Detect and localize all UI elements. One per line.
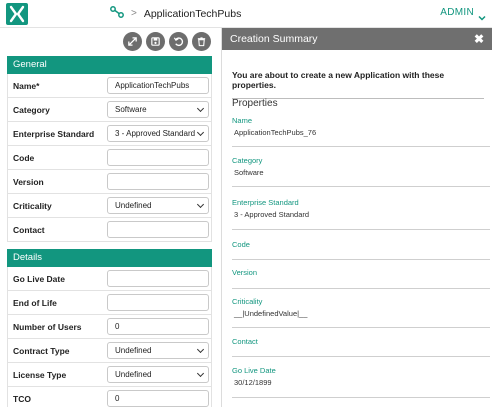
section-header-details: Details xyxy=(7,249,212,267)
field-row-enterprise-standard: Enterprise Standard 3 - Approved Standar… xyxy=(7,122,212,146)
section-header-general: General xyxy=(7,56,212,74)
tco-input[interactable]: 0 xyxy=(107,390,209,407)
summary-property-version: Version xyxy=(232,268,490,289)
license-type-select[interactable]: Undefined xyxy=(107,366,209,383)
end-of-life-input[interactable] xyxy=(107,294,209,311)
contact-input[interactable] xyxy=(107,221,209,238)
field-label: Version xyxy=(13,176,44,187)
action-toolbar xyxy=(123,32,211,51)
field-label: Criticality xyxy=(13,200,52,211)
app-logo-icon[interactable] xyxy=(6,3,28,25)
property-value: 30/12/1899 xyxy=(234,378,272,387)
property-name: Go Live Date xyxy=(232,366,276,375)
property-value: __|UndefinedValue|__ xyxy=(234,309,308,318)
delete-icon[interactable] xyxy=(192,32,211,51)
name-input[interactable]: ApplicationTechPubs xyxy=(107,77,209,94)
summary-property-criticality: Criticality __|UndefinedValue|__ xyxy=(232,297,490,328)
property-name: Name xyxy=(232,116,253,125)
expand-icon[interactable] xyxy=(123,32,142,51)
summary-header: Creation Summary ✖ xyxy=(222,28,492,50)
summary-property-code: Code xyxy=(232,240,490,260)
property-name: Version xyxy=(232,268,258,277)
chevron-down-icon[interactable] xyxy=(478,9,486,21)
field-row-criticality: Criticality Undefined xyxy=(7,194,212,218)
field-label: Code xyxy=(13,152,35,163)
property-name: Contact xyxy=(232,337,258,346)
field-label: Contact xyxy=(13,224,45,235)
field-label: Name* xyxy=(13,80,40,91)
category-select[interactable]: Software xyxy=(107,101,209,118)
close-icon[interactable]: ✖ xyxy=(474,28,484,50)
field-label: Category xyxy=(13,104,50,115)
field-row-number-of-users: Number of Users 0 xyxy=(7,315,212,339)
details-section: Details Go Live Date End of Life Number … xyxy=(7,249,212,407)
summary-property-go-live-date: Go Live Date 30/12/1899 xyxy=(232,366,490,398)
summary-intro: You are about to create a new Applicatio… xyxy=(232,70,484,99)
property-value: ApplicationTechPubs_76 xyxy=(234,128,317,137)
code-input[interactable] xyxy=(107,149,209,166)
user-menu[interactable]: ADMIN xyxy=(440,7,474,18)
creation-summary-panel: Creation Summary ✖ You are about to crea… xyxy=(222,28,492,407)
field-row-license-type: License Type Undefined xyxy=(7,363,212,387)
summary-title: Creation Summary xyxy=(230,33,318,45)
field-label: TCO xyxy=(13,393,31,404)
form-panel: General Name* ApplicationTechPubs Catego… xyxy=(0,28,222,407)
breadcrumb-separator: > xyxy=(131,8,137,19)
enterprise-standard-select[interactable]: 3 - Approved Standard xyxy=(107,125,209,142)
top-bar: > ApplicationTechPubs ADMIN xyxy=(0,0,492,28)
field-row-code: Code xyxy=(7,146,212,170)
number-of-users-input[interactable]: 0 xyxy=(107,318,209,335)
field-label: License Type xyxy=(13,369,67,380)
criticality-select[interactable]: Undefined xyxy=(107,197,209,214)
undo-icon[interactable] xyxy=(169,32,188,51)
field-row-tco: TCO 0 xyxy=(7,387,212,407)
field-row-go-live-date: Go Live Date xyxy=(7,267,212,291)
summary-property-category: Category Software xyxy=(232,156,490,187)
property-name: Criticality xyxy=(232,297,263,306)
property-name: Enterprise Standard xyxy=(232,198,299,207)
field-label: Number of Users xyxy=(13,321,82,332)
field-row-contract-type: Contract Type Undefined xyxy=(7,339,212,363)
field-row-end-of-life: End of Life xyxy=(7,291,212,315)
field-label: End of Life xyxy=(13,297,57,308)
field-label: Go Live Date xyxy=(13,273,65,284)
general-section: General Name* ApplicationTechPubs Catego… xyxy=(7,56,212,242)
property-name: Category xyxy=(232,156,263,165)
field-row-category: Category Software xyxy=(7,98,212,122)
field-row-version: Version xyxy=(7,170,212,194)
field-label: Enterprise Standard xyxy=(13,128,95,139)
summary-property-enterprise-standard: Enterprise Standard 3 - Approved Standar… xyxy=(232,198,490,230)
go-live-date-input[interactable] xyxy=(107,270,209,287)
save-icon[interactable] xyxy=(146,32,165,51)
summary-property-contact: Contact xyxy=(232,337,490,357)
version-input[interactable] xyxy=(107,173,209,190)
properties-title: Properties xyxy=(232,98,278,109)
breadcrumb-title: ApplicationTechPubs xyxy=(143,7,242,20)
property-value: 3 - Approved Standard xyxy=(234,210,310,219)
field-row-contact: Contact xyxy=(7,218,212,242)
field-row-name: Name* ApplicationTechPubs xyxy=(7,74,212,98)
relations-icon[interactable] xyxy=(110,6,124,21)
contract-type-select[interactable]: Undefined xyxy=(107,342,209,359)
breadcrumb: > ApplicationTechPubs xyxy=(110,6,241,21)
summary-property-name: Name ApplicationTechPubs_76 xyxy=(232,116,490,147)
property-name: Code xyxy=(232,240,250,249)
property-value: Software xyxy=(234,168,264,177)
field-label: Contract Type xyxy=(13,345,70,356)
